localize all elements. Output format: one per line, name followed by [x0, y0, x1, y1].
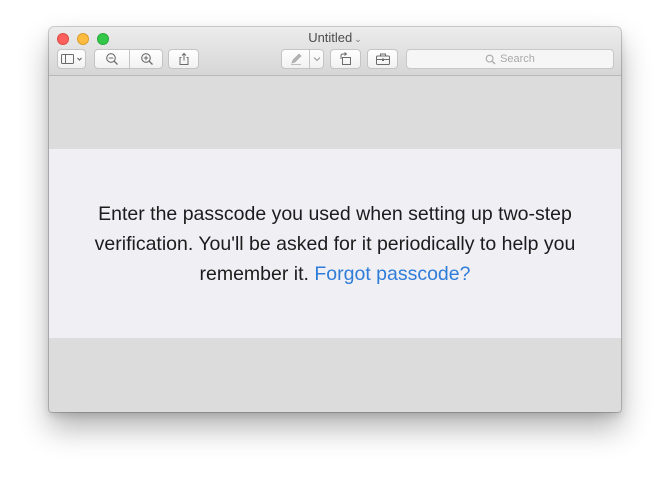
sidebar-view-button[interactable]	[57, 49, 86, 69]
markup-control	[281, 49, 324, 69]
markup-button[interactable]	[282, 50, 309, 68]
preview-window: Untitled ⌄ Search Enter the passcode you…	[49, 27, 621, 412]
toolbox-button[interactable]	[367, 49, 398, 69]
forgot-passcode-link[interactable]: Forgot passcode?	[314, 263, 470, 285]
rotate-icon	[340, 52, 351, 65]
search-placeholder: Search	[500, 53, 535, 65]
search-field[interactable]: Search	[406, 49, 614, 69]
zoom-control	[94, 49, 163, 69]
window-title[interactable]: Untitled ⌄	[49, 30, 621, 45]
zoom-in-icon	[140, 53, 153, 65]
title-chevron-icon: ⌄	[354, 34, 362, 44]
search-icon	[485, 54, 496, 64]
pen-icon	[290, 53, 301, 65]
share-icon	[179, 52, 188, 65]
toolbox-icon	[375, 53, 390, 65]
sidebar-icon	[60, 54, 82, 64]
passcode-message: Enter the passcode you used when setting…	[75, 199, 595, 289]
zoom-in-button[interactable]	[130, 50, 163, 68]
window-title-text: Untitled	[308, 30, 353, 45]
chevron-down-icon	[313, 57, 320, 62]
passcode-info-panel: Enter the passcode you used when setting…	[49, 149, 621, 338]
zoom-out-icon	[106, 53, 118, 65]
title-bar: Untitled ⌄ Search	[49, 27, 621, 76]
rotate-button[interactable]	[330, 49, 361, 69]
markup-menu-button[interactable]	[310, 50, 323, 68]
zoom-out-button[interactable]	[95, 50, 129, 68]
share-button[interactable]	[168, 49, 199, 69]
